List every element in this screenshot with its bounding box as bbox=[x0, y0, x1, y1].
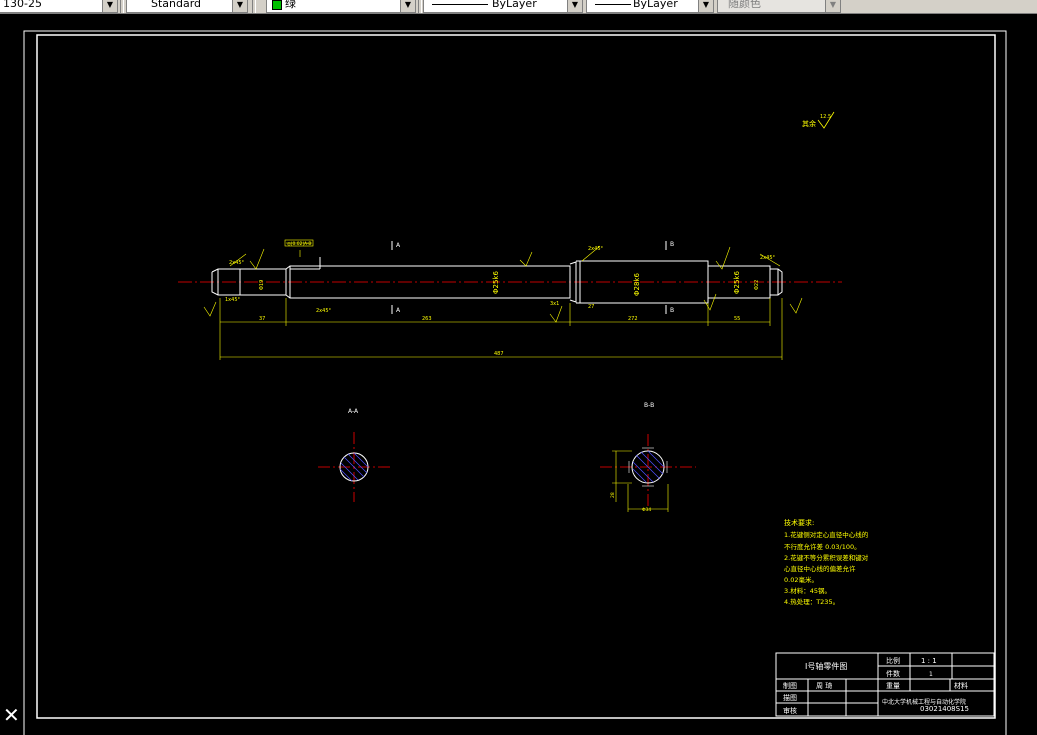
tolerance-frame-text: ◎|0.02|A-B bbox=[287, 241, 312, 247]
tech-line-7: 4.热处理：T235。 bbox=[784, 597, 839, 606]
roughness-note: 其余 bbox=[802, 119, 816, 128]
dim-total-label: 487 bbox=[494, 351, 504, 357]
dim-bb-height-label: 28 bbox=[610, 492, 616, 498]
dim-bb-width-label: Φ34 bbox=[642, 507, 651, 513]
ucs-x-icon: ✕ bbox=[3, 703, 20, 727]
chevron-down-icon[interactable]: ▼ bbox=[232, 0, 247, 12]
material-label: 材料 bbox=[954, 681, 968, 690]
section-label-b-top: B bbox=[670, 241, 674, 248]
dim-3x1-label: 3x1 bbox=[550, 301, 559, 307]
tech-requirements: 技术要求: 1.花键侧对定心直径中心线的 不行度允许差 0.03/100。 2.… bbox=[784, 518, 869, 606]
drawing-canvas[interactable]: 其余 12.5 A A B B ◎|0.02|A-B 2x45° 2x45° 2… bbox=[0, 14, 1037, 735]
scale-value: 1 : 1 bbox=[921, 657, 937, 665]
section-bb-title: B-B bbox=[644, 402, 654, 409]
plotstyle-dropdown: 随颜色 ▼ bbox=[717, 0, 841, 13]
design-label: 描图 bbox=[783, 693, 797, 702]
tech-line-6: 3.材料：45钢。 bbox=[784, 586, 831, 595]
scale-label: 比例 bbox=[886, 656, 900, 665]
student-id: 03021408S15 bbox=[920, 705, 969, 713]
layer-color-swatch bbox=[272, 0, 282, 10]
chamfer-bottom-label: 2x45° bbox=[316, 308, 332, 314]
diameter-5-label: Φ19 bbox=[259, 280, 265, 290]
tech-line-4: 心直径中心线的偏差允许 bbox=[784, 564, 856, 573]
section-aa-title: A-A bbox=[348, 408, 359, 415]
linetype-sample bbox=[432, 4, 488, 5]
tech-line-3: 2.花键不等分累积误差和键对 bbox=[784, 553, 869, 562]
weight-label: 重量 bbox=[886, 682, 900, 690]
lineweight-sample bbox=[595, 4, 631, 5]
layer-dropdown[interactable]: 绿 ▼ bbox=[266, 0, 416, 13]
chamfer-left-label: 2x45° bbox=[229, 260, 245, 266]
chevron-down-icon: ▼ bbox=[825, 0, 840, 12]
section-bb-view bbox=[600, 434, 696, 512]
section-label-b-bottom: B bbox=[670, 307, 674, 314]
plotstyle-value: 随颜色 bbox=[728, 0, 761, 10]
dim-55-label: 55 bbox=[734, 316, 740, 322]
drawn-label: 制图 bbox=[783, 681, 797, 690]
drawn-name: 周 琦 bbox=[816, 682, 832, 690]
chevron-down-icon[interactable]: ▼ bbox=[400, 0, 415, 12]
part-name: I号轴零件图 bbox=[805, 661, 847, 671]
chamfer-mid-label: 2x45° bbox=[588, 246, 604, 252]
dim-263-label: 263 bbox=[422, 316, 432, 322]
dim-272-label: 272 bbox=[628, 316, 638, 322]
section-aa-view bbox=[318, 432, 390, 502]
toolbar-separator bbox=[418, 0, 422, 13]
dim-27-label: 27 bbox=[588, 304, 594, 310]
chevron-down-icon[interactable]: ▼ bbox=[567, 0, 582, 12]
chevron-down-icon[interactable]: ▼ bbox=[102, 0, 117, 12]
toolbar-separator bbox=[120, 0, 124, 13]
diameter-3-label: Φ25k6 bbox=[733, 271, 741, 294]
lineweight-dropdown[interactable]: ByLayer ▼ bbox=[586, 0, 714, 13]
toolbar-separator bbox=[252, 0, 256, 13]
tech-line-1: 1.花键侧对定心直径中心线的 bbox=[784, 530, 869, 539]
textstyle-value: Standard bbox=[151, 0, 202, 10]
dimstyle-value: 130-25 bbox=[3, 0, 42, 10]
check-label: 审核 bbox=[783, 706, 797, 715]
diameter-1-label: Φ25k6 bbox=[492, 271, 500, 294]
section-label-a-top: A bbox=[396, 242, 401, 249]
dimstyle-dropdown[interactable]: 130-25 ▼ bbox=[0, 0, 118, 13]
linetype-value: ByLayer bbox=[492, 0, 537, 10]
chamfer-left-bottom-label: 1x45° bbox=[225, 297, 241, 303]
linetype-dropdown[interactable]: ByLayer ▼ bbox=[423, 0, 583, 13]
tech-line-5: 0.02毫米。 bbox=[784, 575, 818, 584]
textstyle-dropdown[interactable]: Standard ▼ bbox=[126, 0, 248, 13]
tech-title: 技术要求: bbox=[784, 518, 814, 527]
qty-label: 件数 bbox=[886, 669, 900, 678]
chamfer-right-label: 2x45° bbox=[760, 255, 776, 261]
lineweight-value: ByLayer bbox=[633, 0, 678, 10]
diameter-2-label: Φ28k6 bbox=[633, 273, 641, 296]
qty-value: 1 bbox=[929, 671, 933, 678]
dim-37-label: 37 bbox=[259, 316, 265, 322]
dimension-lines bbox=[203, 242, 803, 360]
chevron-down-icon[interactable]: ▼ bbox=[698, 0, 713, 12]
sheet-border-outer bbox=[23, 30, 1007, 735]
section-label-a-bottom: A bbox=[396, 307, 401, 314]
properties-toolbar: 130-25 ▼ Standard ▼ 绿 ▼ ByLayer ▼ ByLaye… bbox=[0, 0, 1037, 14]
sheet-border-inner bbox=[36, 34, 996, 719]
tech-line-2: 不行度允许差 0.03/100。 bbox=[784, 542, 861, 551]
diameter-4-label: Φ22 bbox=[754, 280, 760, 290]
layer-value: 绿 bbox=[285, 0, 296, 10]
